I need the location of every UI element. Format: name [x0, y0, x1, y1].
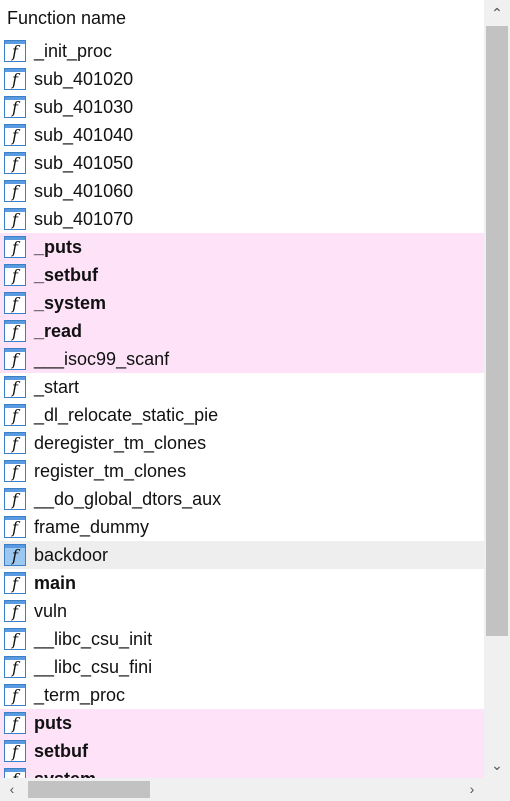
function-name-label: _puts [34, 237, 83, 257]
function-f-icon: f [4, 180, 26, 202]
function-row[interactable]: f puts [0, 709, 484, 737]
function-name-label: register_tm_clones [34, 461, 187, 481]
function-name-label: puts [34, 713, 72, 733]
function-row[interactable]: f frame_dummy [0, 513, 484, 541]
function-row[interactable]: f ___isoc99_scanf [0, 345, 484, 373]
function-name-label: _init_proc [34, 41, 113, 61]
function-f-icon: f [4, 124, 26, 146]
function-row[interactable]: f _read [0, 317, 484, 345]
function-list[interactable]: f _init_proc f sub_401020 f sub_401030 f sub_40… [0, 37, 484, 778]
functions-window: Function name f _init_proc f sub_401020 f sub… [0, 0, 510, 801]
scroll-right-arrow-icon[interactable]: › [460, 778, 484, 801]
function-name-label: _term_proc [34, 685, 126, 705]
function-row[interactable]: f _puts [0, 233, 484, 261]
function-f-icon: f [4, 740, 26, 762]
function-row[interactable]: f sub_401060 [0, 177, 484, 205]
function-row[interactable]: f setbuf [0, 737, 484, 765]
function-f-icon: f [4, 404, 26, 426]
column-header-label: Function name [7, 8, 127, 28]
function-f-icon: f [4, 264, 26, 286]
scroll-up-arrow-icon[interactable]: ⌃ [484, 0, 510, 26]
function-name-label: vuln [34, 601, 68, 621]
function-name-label: sub_401050 [34, 153, 134, 173]
function-row[interactable]: f _term_proc [0, 681, 484, 709]
function-name-label: sub_401040 [34, 125, 134, 145]
function-row[interactable]: f sub_401020 [0, 65, 484, 93]
scroll-down-arrow-icon[interactable]: ⌄ [484, 752, 510, 778]
function-name-label: __do_global_dtors_aux [34, 489, 222, 509]
scroll-left-arrow-icon[interactable]: ‹ [0, 778, 24, 801]
horizontal-scroll-thumb[interactable] [28, 781, 150, 798]
function-f-icon: f [4, 96, 26, 118]
function-f-icon: f [4, 292, 26, 314]
column-header-function-name[interactable]: Function name [0, 0, 484, 36]
function-name-label: deregister_tm_clones [34, 433, 207, 453]
function-row[interactable]: f main [0, 569, 484, 597]
function-f-icon: f [4, 208, 26, 230]
function-f-icon: f [4, 656, 26, 678]
function-name-label: _read [34, 321, 83, 341]
function-row[interactable]: f _init_proc [0, 37, 484, 65]
function-row[interactable]: f __do_global_dtors_aux [0, 485, 484, 513]
function-f-icon: f [4, 40, 26, 62]
function-name-label: setbuf [34, 741, 88, 761]
function-name-label: main [34, 573, 77, 593]
function-row[interactable]: f __libc_csu_init [0, 625, 484, 653]
function-name-label: system [34, 765, 96, 778]
function-name-label: sub_401030 [34, 97, 134, 117]
function-f-icon: f [4, 712, 26, 734]
function-row[interactable]: f vuln [0, 597, 484, 625]
function-row[interactable]: f backdoor [0, 541, 484, 569]
function-row[interactable]: f sub_401050 [0, 149, 484, 177]
function-name-label: _setbuf [34, 265, 99, 285]
function-name-label: sub_401060 [34, 181, 134, 201]
function-row[interactable]: f _setbuf [0, 261, 484, 289]
function-f-icon: f [4, 768, 26, 778]
function-f-icon: f [4, 544, 26, 566]
function-row[interactable]: f sub_401040 [0, 121, 484, 149]
function-f-icon: f [4, 68, 26, 90]
function-f-icon: f [4, 460, 26, 482]
function-name-label: ___isoc99_scanf [34, 349, 170, 369]
function-f-icon: f [4, 628, 26, 650]
function-f-icon: f [4, 236, 26, 258]
function-name-label: _system [34, 293, 107, 313]
function-name-label: frame_dummy [34, 517, 150, 537]
function-f-icon: f [4, 432, 26, 454]
function-f-icon: f [4, 348, 26, 370]
function-f-icon: f [4, 376, 26, 398]
function-row[interactable]: fsystem [0, 765, 484, 778]
function-name-label: _start [34, 377, 80, 397]
function-f-icon: f [4, 152, 26, 174]
function-name-label: sub_401020 [34, 69, 134, 89]
vertical-scroll-thumb[interactable] [486, 26, 508, 636]
function-row[interactable]: f __libc_csu_fini [0, 653, 484, 681]
function-name-label: _dl_relocate_static_pie [34, 405, 219, 425]
horizontal-scrollbar[interactable]: ‹ › [0, 778, 484, 801]
function-f-icon: f [4, 320, 26, 342]
function-name-label: __libc_csu_init [34, 629, 153, 649]
function-row[interactable]: f _start [0, 373, 484, 401]
function-f-icon: f [4, 572, 26, 594]
function-row[interactable]: f sub_401070 [0, 205, 484, 233]
function-f-icon: f [4, 600, 26, 622]
function-row[interactable]: f _system [0, 289, 484, 317]
function-name-label: __libc_csu_fini [34, 657, 153, 677]
function-f-icon: f [4, 684, 26, 706]
function-row[interactable]: f _dl_relocate_static_pie [0, 401, 484, 429]
function-f-icon: f [4, 488, 26, 510]
scrollbar-corner [484, 778, 510, 801]
vertical-scrollbar[interactable]: ⌃ ⌄ [484, 0, 510, 778]
function-row[interactable]: f deregister_tm_clones [0, 429, 484, 457]
function-row[interactable]: f register_tm_clones [0, 457, 484, 485]
function-name-label: sub_401070 [34, 209, 134, 229]
function-row[interactable]: f sub_401030 [0, 93, 484, 121]
function-name-label: backdoor [34, 545, 109, 565]
function-f-icon: f [4, 516, 26, 538]
